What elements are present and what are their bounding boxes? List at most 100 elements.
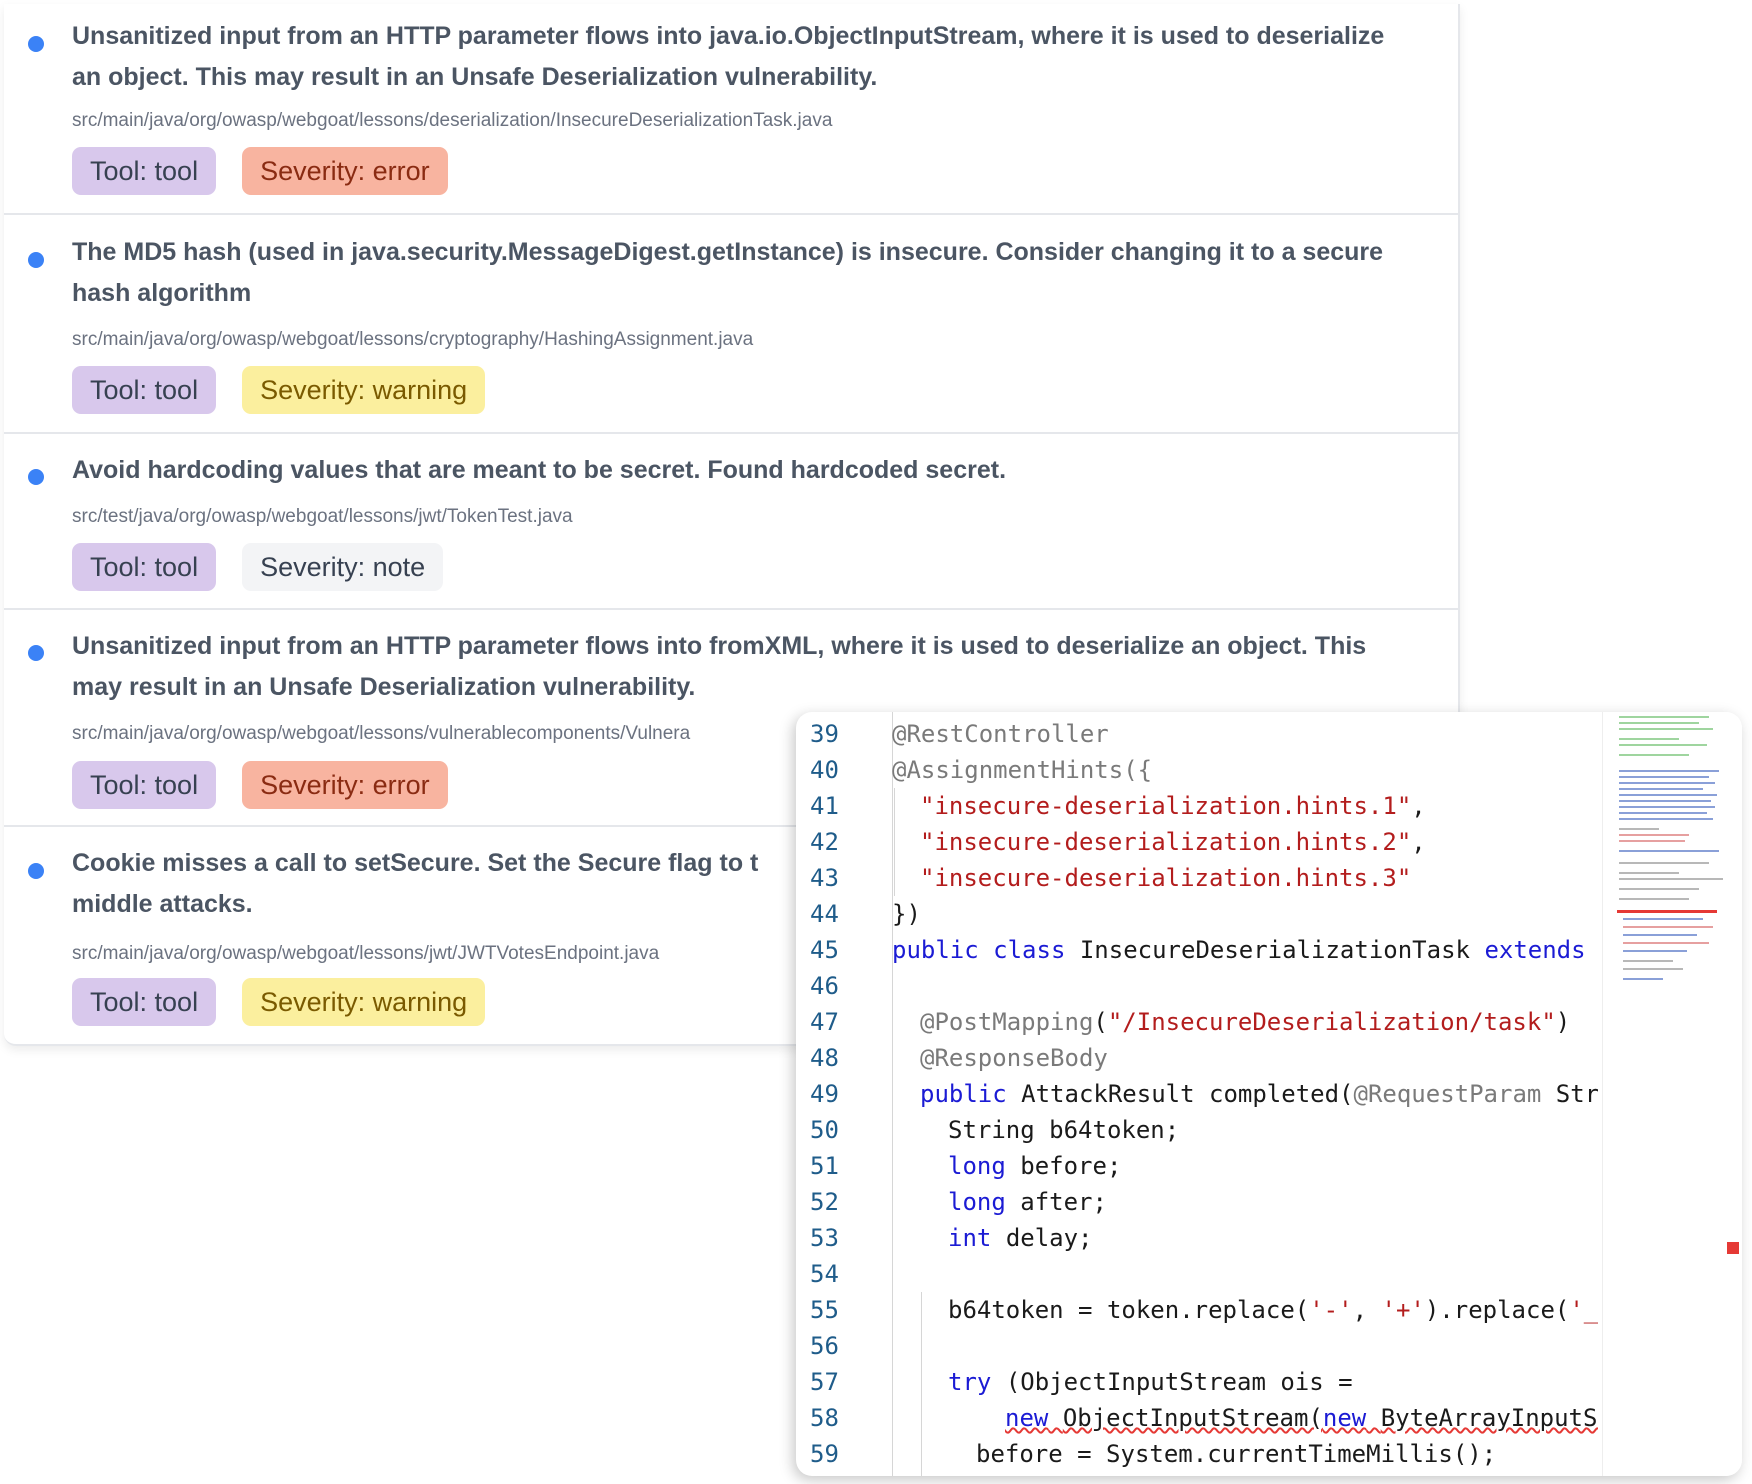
code-token: after; bbox=[1020, 1188, 1107, 1216]
line-number: 49 bbox=[810, 1080, 839, 1108]
minimap-line bbox=[1623, 968, 1683, 970]
code-line: public AttackResult completed(@RequestPa… bbox=[920, 1076, 1598, 1112]
severity-badge: Severity: warning bbox=[242, 366, 486, 414]
line-number: 53 bbox=[810, 1224, 839, 1252]
minimap-line bbox=[1619, 728, 1713, 730]
minimap-line bbox=[1619, 788, 1703, 790]
finding-title: Unsanitized input from an HTTP parameter… bbox=[72, 632, 1367, 701]
finding-badges: Tool: tool Severity: note bbox=[72, 543, 444, 591]
finding-file-path[interactable]: src/main/java/org/owasp/webgoat/lessons/… bbox=[72, 110, 1438, 132]
finding-file-path[interactable]: src/main/java/org/owasp/webgoat/lessons/… bbox=[72, 943, 818, 965]
minimap-line bbox=[1623, 978, 1663, 980]
minimap-line bbox=[1623, 934, 1697, 936]
indent-guide bbox=[921, 1292, 922, 1476]
code-token: (ObjectInputStream ois = bbox=[1005, 1368, 1353, 1396]
indent-guide bbox=[894, 788, 895, 896]
line-number: 47 bbox=[810, 1008, 839, 1036]
finding-badges: Tool: tool Severity: warning bbox=[72, 978, 486, 1026]
bullet-dot-icon bbox=[28, 645, 44, 661]
minimap-line bbox=[1623, 926, 1713, 928]
keyword-token: new bbox=[1005, 1404, 1049, 1432]
code-token: AttackResult completed( bbox=[1021, 1080, 1354, 1108]
code-line: String b64token; bbox=[948, 1116, 1180, 1144]
line-number: 45 bbox=[810, 936, 839, 964]
code-line-error: new ObjectInputStream(new ByteArrayInput… bbox=[892, 1400, 1598, 1436]
code-token: delay; bbox=[1005, 1224, 1093, 1252]
code-line: @AssignmentHints({ bbox=[892, 752, 1598, 788]
code-area[interactable]: @RestController @AssignmentHints({ "inse… bbox=[892, 712, 1598, 1476]
keyword-token: new bbox=[1322, 1404, 1367, 1432]
annotation-token: @AssignmentHints({ bbox=[892, 756, 1153, 784]
code-line: @RestController bbox=[892, 716, 1598, 752]
finding-file-path[interactable]: src/test/java/org/owasp/webgoat/lessons/… bbox=[72, 506, 1438, 528]
tool-badge: Tool: tool bbox=[72, 978, 217, 1026]
code-token: ).replace( bbox=[1424, 1296, 1570, 1324]
finding-file-path[interactable]: src/main/java/org/owasp/webgoat/lessons/… bbox=[72, 723, 858, 745]
minimap-line bbox=[1623, 950, 1687, 952]
minimap-line bbox=[1619, 878, 1723, 880]
finding-badges: Tool: tool Severity: warning bbox=[72, 366, 486, 414]
finding-item[interactable]: Unsanitized input from an HTTP parameter… bbox=[4, 4, 1458, 215]
bullet-dot-icon bbox=[28, 469, 44, 485]
code-token: b64token = token.replace( bbox=[948, 1296, 1310, 1324]
code-token: ObjectInputStream( bbox=[1062, 1404, 1323, 1432]
string-token: "insecure-deserialization.hints.1" bbox=[920, 792, 1412, 820]
line-number: 52 bbox=[810, 1188, 839, 1216]
minimap-line bbox=[1619, 794, 1717, 796]
minimap-line bbox=[1619, 850, 1719, 852]
minimap-line bbox=[1619, 818, 1713, 820]
finding-title: Avoid hardcoding values that are meant t… bbox=[72, 456, 1007, 484]
string-token: "insecure-deserialization.hints.2" bbox=[920, 828, 1412, 856]
bullet-dot-icon bbox=[28, 252, 44, 268]
code-line: before = System.currentTimeMillis(); bbox=[976, 1440, 1497, 1468]
indent-guide bbox=[892, 712, 893, 1476]
minimap-line bbox=[1619, 800, 1711, 802]
minimap-line bbox=[1619, 770, 1719, 772]
minimap-line bbox=[1619, 776, 1709, 778]
keyword-token: long bbox=[948, 1152, 1006, 1180]
line-number: 59 bbox=[810, 1440, 839, 1468]
bullet-dot-icon bbox=[28, 863, 44, 879]
class-name-token: InsecureDeserializationTask bbox=[1079, 936, 1470, 964]
minimap-line bbox=[1619, 806, 1715, 808]
finding-item[interactable]: Avoid hardcoding values that are meant t… bbox=[4, 434, 1458, 610]
minimap-line bbox=[1623, 942, 1709, 944]
code-minimap[interactable] bbox=[1602, 712, 1742, 1476]
string-token: '+' bbox=[1381, 1296, 1425, 1324]
code-line: }) bbox=[892, 900, 921, 928]
code-line: "insecure-deserialization.hints.3" bbox=[920, 860, 1598, 896]
minimap-line bbox=[1619, 888, 1699, 890]
scrollbar-error-marker[interactable] bbox=[1727, 1242, 1739, 1254]
minimap-line bbox=[1619, 872, 1679, 874]
minimap-line bbox=[1619, 898, 1689, 900]
severity-badge: Severity: warning bbox=[242, 978, 486, 1026]
code-line: @PostMapping("/InsecureDeserialization/t… bbox=[920, 1008, 1571, 1036]
keyword-token: int bbox=[948, 1224, 992, 1252]
line-number: 58 bbox=[810, 1404, 839, 1432]
line-number-gutter: 39 40 41 42 43 44 45 46 47 48 49 50 51 5… bbox=[796, 712, 893, 1476]
minimap-line bbox=[1619, 812, 1707, 814]
finding-badges: Tool: tool Severity: error bbox=[72, 147, 448, 195]
finding-title-line: Cookie misses a call to setSecure. Set t… bbox=[72, 849, 759, 877]
tool-badge: Tool: tool bbox=[72, 761, 217, 809]
minimap-line bbox=[1619, 738, 1679, 740]
annotation-token: @ResponseBody bbox=[920, 1044, 1108, 1072]
finding-badges: Tool: tool Severity: error bbox=[72, 761, 448, 809]
line-number: 43 bbox=[810, 864, 839, 892]
finding-file-path[interactable]: src/main/java/org/owasp/webgoat/lessons/… bbox=[72, 329, 1438, 351]
code-token: before; bbox=[1020, 1152, 1122, 1180]
keyword-token: extends bbox=[1484, 936, 1586, 964]
severity-badge: Severity: error bbox=[242, 761, 448, 809]
string-token: "/InsecureDeserialization/task" bbox=[1107, 1008, 1556, 1036]
minimap-line bbox=[1619, 744, 1707, 746]
code-line: long after; bbox=[948, 1184, 1598, 1220]
code-line: b64token = token.replace('-', '+').repla… bbox=[948, 1292, 1598, 1328]
finding-item[interactable]: The MD5 hash (used in java.security.Mess… bbox=[4, 215, 1458, 434]
keyword-token: long bbox=[948, 1188, 1006, 1216]
code-editor[interactable]: 39 40 41 42 43 44 45 46 47 48 49 50 51 5… bbox=[796, 712, 1742, 1476]
keyword-token: public class bbox=[892, 936, 1066, 964]
minimap-line bbox=[1619, 722, 1699, 724]
keyword-token: try bbox=[948, 1368, 992, 1396]
tool-badge: Tool: tool bbox=[72, 543, 217, 591]
annotation-token: @RequestParam bbox=[1353, 1080, 1542, 1108]
